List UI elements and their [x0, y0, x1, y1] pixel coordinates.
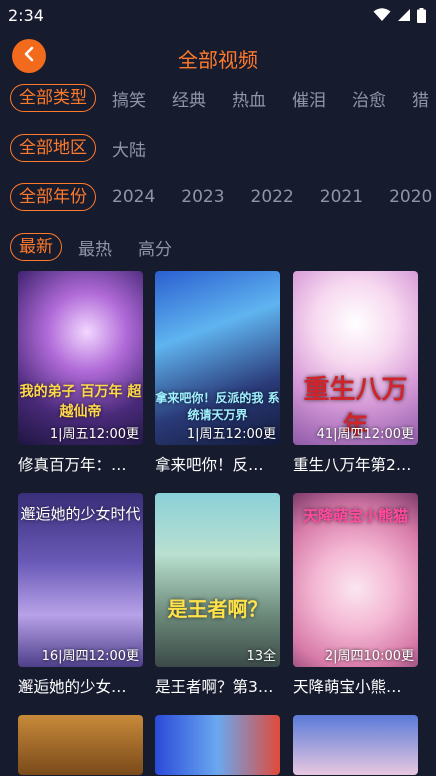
episode-badge: 16|周四12:00更 [41, 649, 139, 664]
chip-type-option[interactable]: 经典 [172, 86, 206, 111]
episode-badge: 41|周四12:00更 [316, 427, 414, 442]
video-poster[interactable]: 邂逅她的少女时代 16|周四12:00更 [18, 493, 143, 667]
video-poster[interactable]: 拿来吧你！反派的我 系统请天万界 1|周五12:00更 [155, 271, 280, 445]
poster-art-text: 拿来吧你！反派的我 系统请天万界 [155, 391, 280, 422]
chip-year-option[interactable]: 2023 [181, 187, 224, 207]
video-poster[interactable] [155, 715, 280, 775]
video-card[interactable]: 重生八万年 41|周四12:00更 重生八万年第2… [293, 271, 418, 475]
chip-year-option[interactable]: 2021 [320, 187, 363, 207]
video-card[interactable] [293, 715, 418, 775]
video-card[interactable]: 我的弟子 百万年 超越仙帝 1|周五12:00更 修真百万年：… [18, 271, 143, 475]
status-icons [373, 7, 426, 23]
video-card[interactable]: 天降萌宝小熊猫 2|周四10:00更 天降萌宝小熊… [293, 493, 418, 697]
poster-art-text: 我的弟子 百万年 超越仙帝 [19, 384, 142, 420]
video-card[interactable]: 是王者啊？ 13全 是王者啊？第3… [155, 493, 280, 697]
header: 全部视频 [0, 38, 436, 74]
video-poster[interactable]: 是王者啊？ 13全 [155, 493, 280, 667]
chip-type-option[interactable]: 催泪 [292, 86, 326, 111]
video-title: 修真百万年：… [18, 456, 127, 474]
video-poster[interactable] [18, 715, 143, 775]
filter-region-row: 全部地区 大陆 [10, 133, 146, 163]
video-card[interactable]: 邂逅她的少女时代 16|周四12:00更 邂逅她的少女… [18, 493, 143, 697]
sort-top-rated[interactable]: 高分 [138, 235, 172, 260]
status-time: 2:34 [8, 5, 44, 25]
chip-type-option[interactable]: 搞笑 [112, 86, 146, 111]
episode-badge: 1|周五12:00更 [186, 427, 276, 442]
video-poster[interactable]: 天降萌宝小熊猫 2|周四10:00更 [293, 493, 418, 667]
video-title: 邂逅她的少女… [18, 678, 127, 696]
video-card[interactable]: 拿来吧你！反派的我 系统请天万界 1|周五12:00更 拿来吧你！反… [155, 271, 280, 475]
video-poster[interactable]: 我的弟子 百万年 超越仙帝 1|周五12:00更 [18, 271, 143, 445]
video-title: 天降萌宝小熊… [293, 678, 402, 696]
chip-type-option[interactable]: 猎 [412, 86, 429, 111]
episode-badge: 2|周四10:00更 [324, 649, 414, 664]
sort-latest[interactable]: 最新 [10, 233, 62, 261]
sort-hottest[interactable]: 最热 [78, 235, 112, 260]
signal-icon [397, 8, 411, 22]
video-card[interactable] [155, 715, 280, 775]
wifi-icon [373, 8, 391, 22]
chip-type-all[interactable]: 全部类型 [10, 84, 96, 112]
page-title: 全部视频 [178, 48, 258, 72]
sort-row: 最新 最热 高分 [10, 232, 172, 262]
poster-art-text: 邂逅她的少女时代 [20, 505, 141, 523]
chip-year-all[interactable]: 全部年份 [10, 183, 96, 211]
video-poster[interactable]: 重生八万年 41|周四12:00更 [293, 271, 418, 445]
poster-art-text: 是王者啊？ [167, 597, 268, 621]
video-poster[interactable] [293, 715, 418, 775]
chip-year-option[interactable]: 2020 [389, 187, 432, 207]
video-card[interactable] [18, 715, 143, 775]
filter-type-row: 全部类型 搞笑 经典 热血 催泪 治愈 猎 [10, 83, 429, 113]
poster-art-text: 天降萌宝小熊猫 [302, 507, 408, 525]
chip-year-option[interactable]: 2022 [251, 187, 294, 207]
video-title: 重生八万年第2… [293, 456, 412, 474]
video-title: 是王者啊？第3… [155, 678, 274, 696]
chip-type-option[interactable]: 热血 [232, 86, 266, 111]
chip-region-all[interactable]: 全部地区 [10, 134, 96, 162]
filter-year-row: 全部年份 2024 2023 2022 2021 2020 [10, 182, 432, 212]
chip-region-option[interactable]: 大陆 [112, 136, 146, 161]
episode-badge: 13全 [246, 649, 276, 664]
video-title: 拿来吧你！反… [155, 456, 264, 474]
status-bar: 2:34 [0, 0, 436, 30]
episode-badge: 1|周五12:00更 [49, 427, 139, 442]
chip-year-option[interactable]: 2024 [112, 187, 155, 207]
chip-type-option[interactable]: 治愈 [352, 86, 386, 111]
battery-icon [417, 7, 426, 23]
